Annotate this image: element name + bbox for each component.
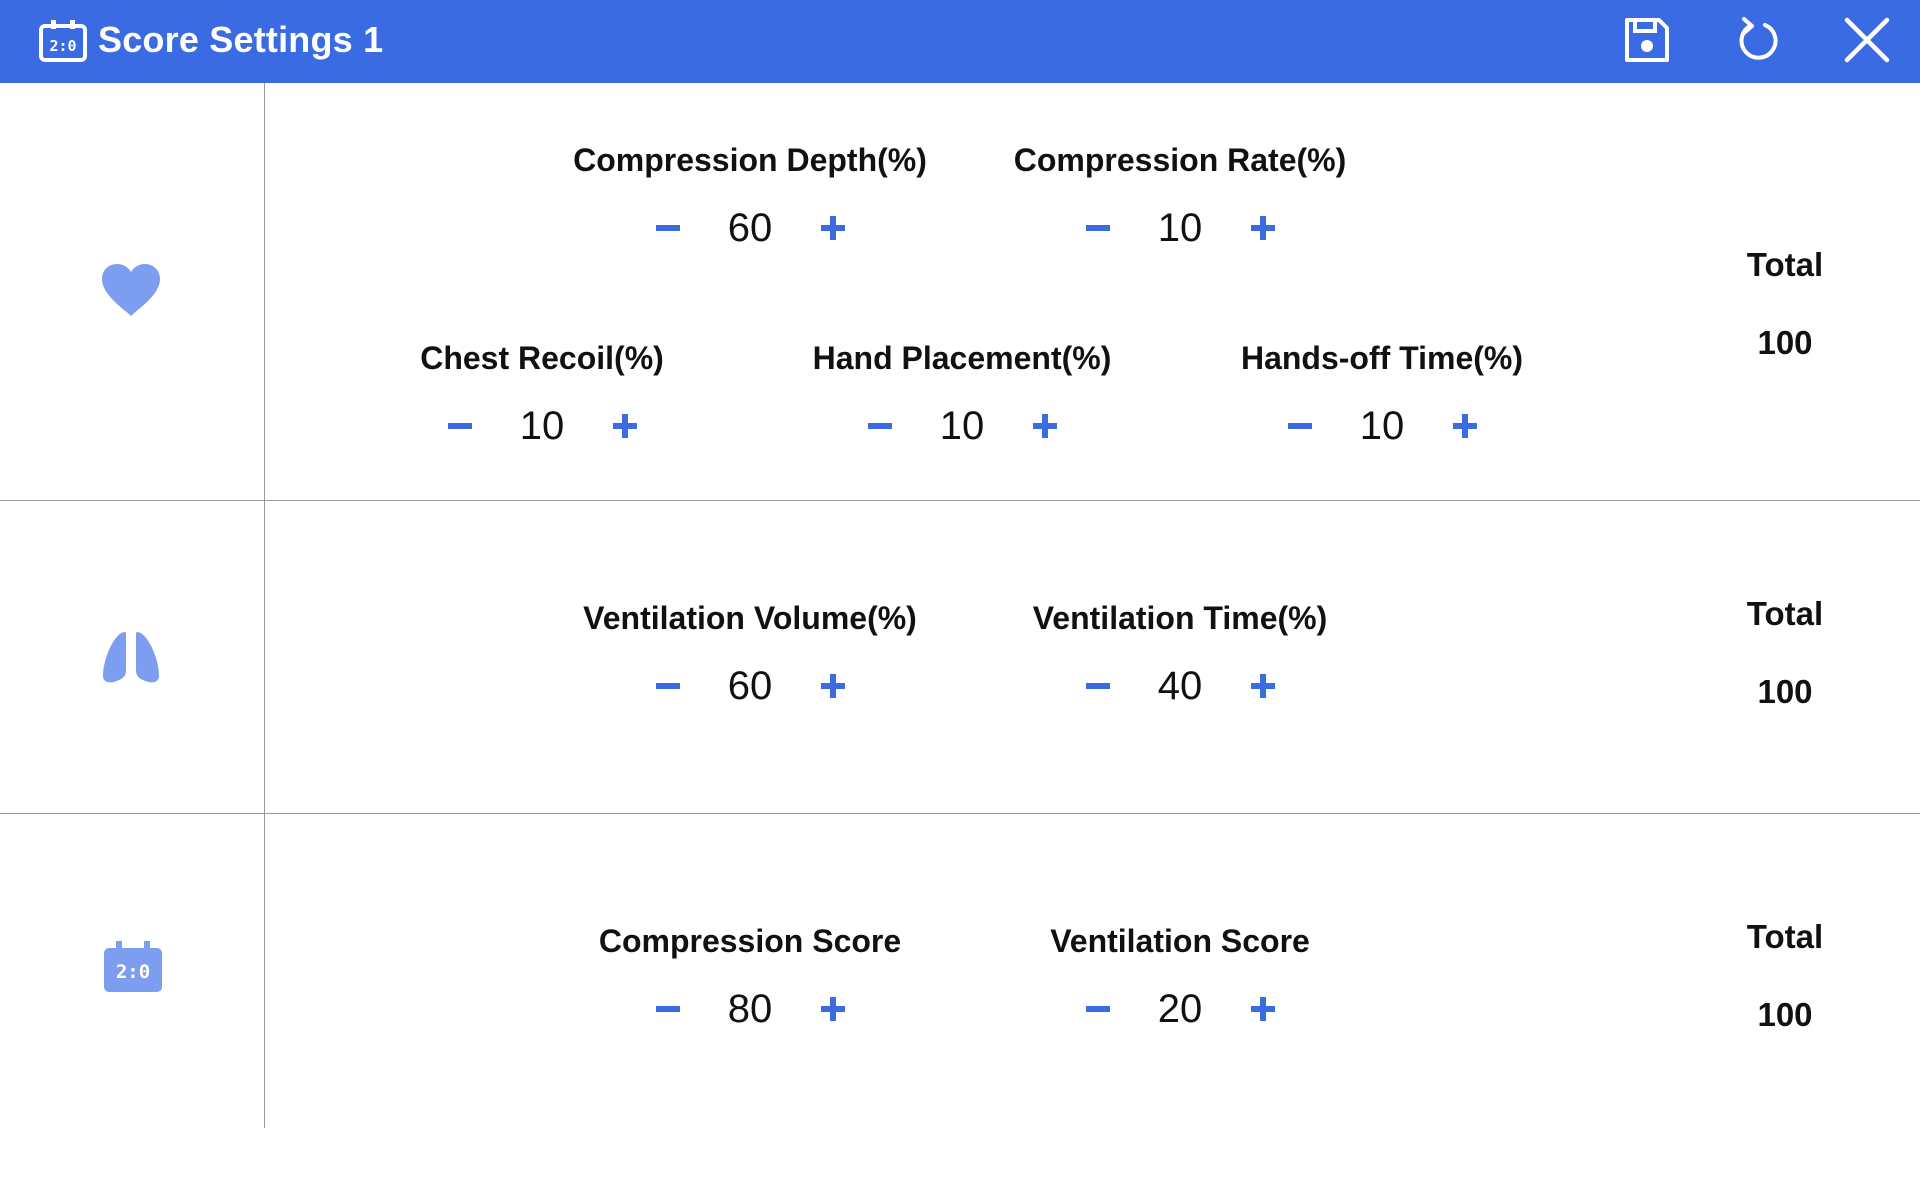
- total-value: 100: [1757, 996, 1813, 1033]
- scoreboard-icon: 2:0: [103, 940, 163, 994]
- decrease-button[interactable]: [644, 985, 692, 1033]
- increase-button[interactable]: [601, 402, 649, 450]
- control-label: Compression Depth(%): [573, 142, 927, 178]
- reset-button[interactable]: [1727, 12, 1787, 72]
- control-label: Ventilation Volume(%): [583, 600, 917, 636]
- decrease-button[interactable]: [644, 204, 692, 252]
- stepper: 60: [540, 660, 960, 712]
- increase-button[interactable]: [1239, 985, 1287, 1033]
- stepper-value: 60: [727, 206, 773, 250]
- decrease-button[interactable]: [856, 402, 904, 450]
- svg-text:2:0: 2:0: [116, 961, 150, 983]
- stepper: 60: [540, 202, 960, 254]
- ventilation-total: Total 100: [1685, 594, 1885, 712]
- total-value: 100: [1757, 673, 1813, 710]
- control-label: Ventilation Score: [1050, 923, 1310, 959]
- stepper-value: 40: [1157, 664, 1203, 708]
- stepper: 20: [970, 983, 1390, 1035]
- section-divider: [0, 813, 1920, 814]
- control-label: Hands-off Time(%): [1240, 340, 1524, 376]
- stepper: 10: [752, 400, 1172, 452]
- close-button[interactable]: [1837, 12, 1897, 72]
- save-button[interactable]: [1617, 12, 1677, 72]
- svg-text:2:0: 2:0: [49, 37, 76, 55]
- stepper: 40: [970, 660, 1390, 712]
- stepper-value: 10: [1359, 404, 1405, 448]
- decrease-button[interactable]: [1074, 985, 1122, 1033]
- increase-button[interactable]: [809, 204, 857, 252]
- compression-rate-control: Compression Rate(%) 10: [970, 140, 1390, 254]
- stepper: 80: [540, 983, 960, 1035]
- decrease-button[interactable]: [1074, 662, 1122, 710]
- control-label: Ventilation Time(%): [1032, 600, 1328, 636]
- decrease-button[interactable]: [644, 662, 692, 710]
- decrease-button[interactable]: [436, 402, 484, 450]
- title-bar: 2:0 Score Settings 1: [0, 0, 1920, 83]
- ventilation-volume-control: Ventilation Volume(%) 60: [540, 598, 960, 712]
- stepper-value: 10: [1157, 206, 1203, 250]
- control-label: Chest Recoil(%): [420, 340, 664, 376]
- increase-button[interactable]: [1239, 204, 1287, 252]
- stepper-value: 60: [727, 664, 773, 708]
- total-label: Total: [1746, 918, 1824, 955]
- ventilation-score-control: Ventilation Score 20: [970, 921, 1390, 1035]
- heart-icon: [100, 262, 162, 318]
- stepper-value: 10: [519, 404, 565, 448]
- scoreboard-icon: 2:0: [38, 18, 88, 64]
- compression-total: Total 100: [1685, 245, 1885, 363]
- control-label: Compression Rate(%): [1013, 142, 1347, 178]
- chest-recoil-control: Chest Recoil(%) 10: [332, 338, 752, 452]
- decrease-button[interactable]: [1074, 204, 1122, 252]
- control-label: Compression Score: [598, 923, 902, 959]
- save-icon: [1622, 15, 1672, 70]
- stepper: 10: [332, 400, 752, 452]
- increase-button[interactable]: [809, 662, 857, 710]
- stepper-value: 10: [939, 404, 985, 448]
- score-total: Total 100: [1685, 917, 1885, 1035]
- decrease-button[interactable]: [1276, 402, 1324, 450]
- stepper: 10: [1172, 400, 1592, 452]
- sidebar-divider: [264, 83, 265, 1128]
- ventilation-time-control: Ventilation Time(%) 40: [970, 598, 1390, 712]
- increase-button[interactable]: [1239, 662, 1287, 710]
- stepper: 10: [970, 202, 1390, 254]
- compression-depth-control: Compression Depth(%) 60: [540, 140, 960, 254]
- close-icon: [1842, 15, 1892, 70]
- total-label: Total: [1746, 595, 1824, 632]
- increase-button[interactable]: [1441, 402, 1489, 450]
- stepper-value: 20: [1157, 987, 1203, 1031]
- increase-button[interactable]: [1021, 402, 1069, 450]
- window-title: Score Settings 1: [98, 19, 384, 60]
- control-label: Hand Placement(%): [812, 340, 1112, 376]
- increase-button[interactable]: [809, 985, 857, 1033]
- total-label: Total: [1746, 246, 1824, 283]
- stepper-value: 80: [727, 987, 773, 1031]
- hand-placement-control: Hand Placement(%) 10: [752, 338, 1172, 452]
- section-divider: [0, 500, 1920, 501]
- hands-off-time-control: Hands-off Time(%) 10: [1172, 338, 1592, 452]
- total-value: 100: [1757, 324, 1813, 361]
- lungs-icon: [101, 628, 161, 686]
- compression-score-control: Compression Score 80: [540, 921, 960, 1035]
- reset-icon: [1732, 15, 1782, 70]
